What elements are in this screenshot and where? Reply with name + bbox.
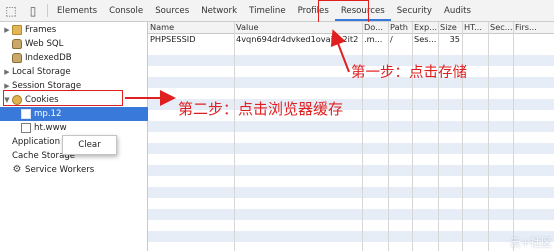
column-divider[interactable] xyxy=(412,22,413,251)
table-header: Name Value Do... Path Exp... Size HT... … xyxy=(148,22,554,34)
sidebar-item-label: Service Workers xyxy=(25,165,95,175)
tab-network[interactable]: Network xyxy=(195,0,243,21)
column-divider[interactable] xyxy=(362,22,363,251)
resources-sidebar: ▶ Frames Web SQL IndexedDB ▶ Local Stora… xyxy=(0,22,168,251)
sidebar-item-label: ht.www xyxy=(34,123,67,133)
cookie-domain-cell: .m... xyxy=(364,34,383,44)
column-header-expires[interactable]: Exp... xyxy=(412,22,438,33)
cookie-path-cell: / xyxy=(390,34,393,44)
column-header-secure[interactable]: Sec... xyxy=(488,22,513,33)
watermark: 云+社区 xyxy=(509,236,552,249)
page-icon xyxy=(21,109,31,119)
sidebar-item-service-workers[interactable]: ⚙ Service Workers xyxy=(0,163,159,177)
cookie-name-cell: PHPSESSID xyxy=(150,34,196,44)
cookies-table: Name Value Do... Path Exp... Size HT... … xyxy=(148,22,554,251)
tab-console[interactable]: Console xyxy=(103,0,149,21)
cookie-secure-cell xyxy=(488,34,513,45)
sidebar-item-label: Web SQL xyxy=(25,39,64,49)
sidebar-item-cookies[interactable]: ▼ Cookies xyxy=(0,93,150,107)
tab-sources[interactable]: Sources xyxy=(149,0,195,21)
column-divider[interactable] xyxy=(462,22,463,251)
column-header-value[interactable]: Value xyxy=(234,22,362,33)
cookie-httponly-cell xyxy=(462,34,488,45)
expand-arrow-icon[interactable]: ▶ xyxy=(3,82,11,90)
device-mode-icon[interactable]: ▯ xyxy=(22,0,44,21)
sidebar-item-cookie-domain-ht[interactable]: ht.www xyxy=(0,121,168,135)
database-icon xyxy=(12,53,22,63)
inspect-element-icon[interactable]: ⬚ xyxy=(0,0,22,21)
devtools-toolbar: ⬚ ▯ Elements Console Sources Network Tim… xyxy=(0,0,554,22)
cookie-value-cell: 4vqn694dr4dvked1ovai0s2it2 xyxy=(236,34,359,44)
sidebar-item-label: Cookies xyxy=(25,95,59,105)
sidebar-item-label: mp.12 xyxy=(34,109,62,119)
column-divider[interactable] xyxy=(513,22,514,251)
sidebar-item-session-storage[interactable]: ▶ Session Storage xyxy=(0,79,158,111)
cookie-size-cell: 35 xyxy=(449,34,460,44)
sidebar-item-label: Frames xyxy=(25,25,57,35)
tab-audits[interactable]: Audits xyxy=(438,0,477,21)
column-divider[interactable] xyxy=(488,22,489,251)
column-header-size[interactable]: Size xyxy=(438,22,462,33)
sidebar-item-local-storage[interactable]: ▶ Local Storage xyxy=(0,65,158,97)
sidebar-item-web-sql[interactable]: Web SQL xyxy=(0,37,159,51)
sidebar-item-frames[interactable]: ▶ Frames xyxy=(0,23,150,37)
sidebar-item-label: IndexedDB xyxy=(25,53,72,63)
tab-timeline[interactable]: Timeline xyxy=(243,0,292,21)
annotation-step1-text: 第一步：点击存储 xyxy=(351,65,467,81)
table-row[interactable]: PHPSESSID 4vqn694dr4dvked1ovai0s2it2 .m.… xyxy=(148,34,554,45)
annotation-step2-text: 第二步：点击浏览器缓存 xyxy=(178,100,344,118)
column-divider[interactable] xyxy=(234,22,235,251)
toolbar-divider xyxy=(47,4,48,17)
tab-profiles[interactable]: Profiles xyxy=(292,0,335,21)
collapse-arrow-icon[interactable]: ▼ xyxy=(3,96,11,104)
tab-resources[interactable]: Resources xyxy=(335,0,391,21)
context-menu-clear[interactable]: Clear xyxy=(62,135,117,155)
column-divider[interactable] xyxy=(438,22,439,251)
expand-arrow-icon[interactable]: ▶ xyxy=(3,68,11,76)
sidebar-item-indexeddb[interactable]: IndexedDB xyxy=(0,51,159,65)
gear-icon: ⚙ xyxy=(12,164,22,175)
column-divider[interactable] xyxy=(388,22,389,251)
cookie-first-party-cell xyxy=(513,34,554,45)
sidebar-item-cookie-domain-mp[interactable]: mp.12 xyxy=(0,107,168,121)
column-header-name[interactable]: Name xyxy=(148,22,234,33)
cookie-icon xyxy=(12,95,22,105)
cookie-expires-cell: Ses... xyxy=(414,34,437,44)
clear-menu-item[interactable]: Clear xyxy=(78,140,100,150)
expand-arrow-icon[interactable]: ▶ xyxy=(3,26,11,34)
column-header-path[interactable]: Path xyxy=(388,22,412,33)
database-icon xyxy=(12,39,22,49)
tab-security[interactable]: Security xyxy=(391,0,438,21)
column-header-httponly[interactable]: HT... xyxy=(462,22,488,33)
column-header-domain[interactable]: Do... xyxy=(362,22,388,33)
tab-elements[interactable]: Elements xyxy=(51,0,103,21)
sidebar-item-label: Local Storage xyxy=(12,67,71,77)
column-header-first-party[interactable]: Firs... xyxy=(513,22,554,33)
sidebar-item-label: Session Storage xyxy=(12,81,82,91)
folder-icon xyxy=(12,25,22,35)
page-icon xyxy=(21,123,31,133)
